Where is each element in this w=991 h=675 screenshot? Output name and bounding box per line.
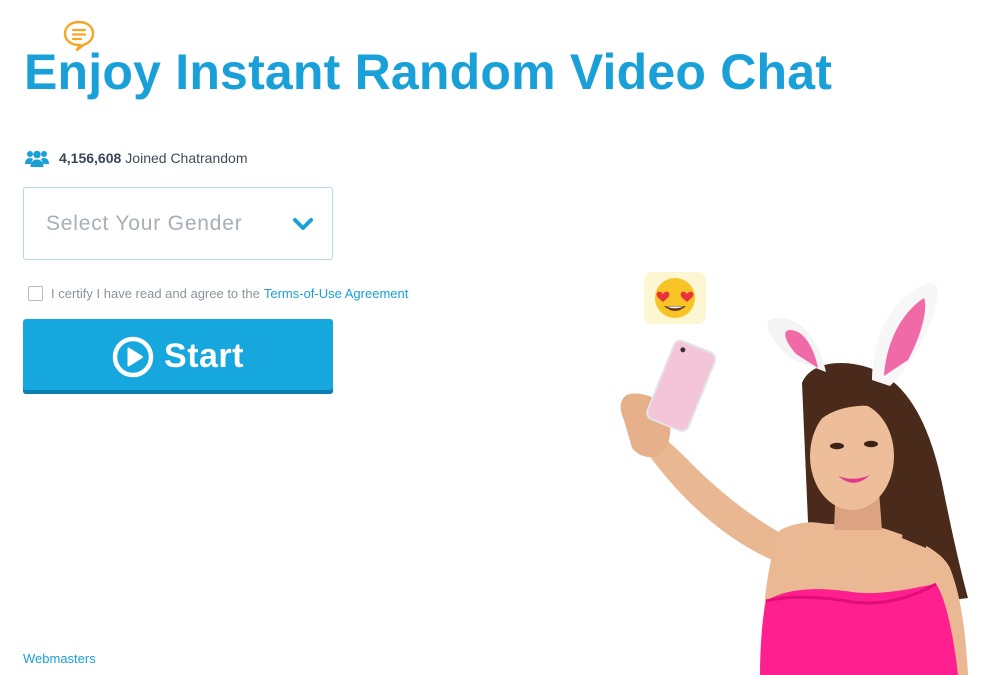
start-button[interactable]: Start bbox=[23, 319, 333, 394]
page-title: Enjoy Instant Random Video Chat bbox=[24, 44, 833, 100]
start-button-label: Start bbox=[164, 337, 244, 375]
terms-text: I certify I have read and agree to the bbox=[51, 286, 260, 301]
chevron-down-icon bbox=[293, 218, 313, 230]
terms-of-use-link[interactable]: Terms-of-Use Agreement bbox=[264, 286, 409, 301]
joined-count: 4,156,608 bbox=[59, 150, 122, 166]
title-area: Enjoy Instant Random Video Chat bbox=[24, 20, 833, 100]
gender-select[interactable]: Select Your Gender bbox=[23, 187, 333, 260]
terms-agreement: I certify I have read and agree to the T… bbox=[28, 286, 408, 301]
heart-eyes-emoji-icon bbox=[644, 272, 706, 324]
play-circle-icon bbox=[112, 336, 154, 377]
speech-bubble-icon bbox=[63, 20, 95, 52]
terms-checkbox[interactable] bbox=[28, 286, 43, 301]
webmasters-link[interactable]: Webmasters bbox=[23, 651, 96, 666]
users-icon bbox=[25, 150, 49, 167]
joined-counter: 4,156,608 Joined Chatrandom bbox=[25, 148, 247, 168]
gender-select-placeholder: Select Your Gender bbox=[46, 211, 243, 235]
hero-illustration bbox=[620, 272, 968, 675]
joined-label: Joined Chatrandom bbox=[125, 150, 248, 166]
